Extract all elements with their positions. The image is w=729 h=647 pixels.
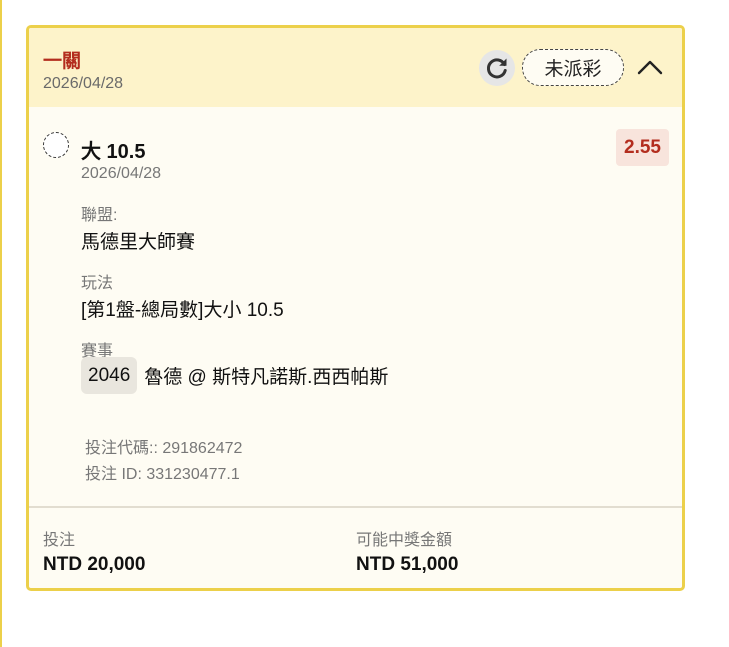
chevron-up-icon bbox=[637, 60, 663, 75]
page: 一關 2026/04/28 未派彩 大 10.5 2026/04/28 2.55… bbox=[0, 0, 729, 647]
payout-status-badge: 未派彩 bbox=[522, 49, 624, 86]
market-label: 玩法 bbox=[81, 275, 114, 292]
event-line: 2046 魯德 @ 斯特凡諾斯.西西帕斯 bbox=[81, 357, 388, 394]
payout-value: NTD 51,000 bbox=[356, 554, 459, 575]
refresh-button[interactable] bbox=[479, 50, 515, 86]
footer-divider bbox=[29, 506, 682, 508]
selection-name: 大 10.5 bbox=[81, 141, 146, 163]
selection-radio[interactable] bbox=[43, 132, 69, 158]
event-code-badge: 2046 bbox=[81, 357, 138, 394]
refresh-icon bbox=[487, 58, 507, 79]
bet-slip-card: 一關 2026/04/28 未派彩 大 10.5 2026/04/28 2.55… bbox=[26, 25, 685, 591]
bet-slip-header[interactable]: 一關 2026/04/28 未派彩 bbox=[29, 28, 682, 107]
selection-date: 2026/04/28 bbox=[81, 165, 162, 182]
payout-label: 可能中獎金額 bbox=[356, 532, 453, 549]
bet-type-title: 一關 bbox=[43, 51, 82, 72]
collapse-button[interactable] bbox=[633, 52, 667, 82]
stake-label: 投注 bbox=[43, 532, 76, 549]
odds-badge: 2.55 bbox=[616, 129, 669, 166]
league-value: 馬德里大師賽 bbox=[81, 232, 196, 253]
league-label: 聯盟: bbox=[81, 207, 118, 224]
market-value: [第1盤-總局數]大小 10.5 bbox=[81, 300, 284, 321]
event-teams: 魯德 @ 斯特凡諾斯.西西帕斯 bbox=[144, 367, 389, 388]
bet-id: 投注 ID: 331230477.1 bbox=[85, 466, 240, 483]
stake-value: NTD 20,000 bbox=[43, 554, 146, 575]
bet-date: 2026/04/28 bbox=[43, 75, 124, 92]
bet-code: 投注代碼:: 291862472 bbox=[85, 440, 243, 457]
